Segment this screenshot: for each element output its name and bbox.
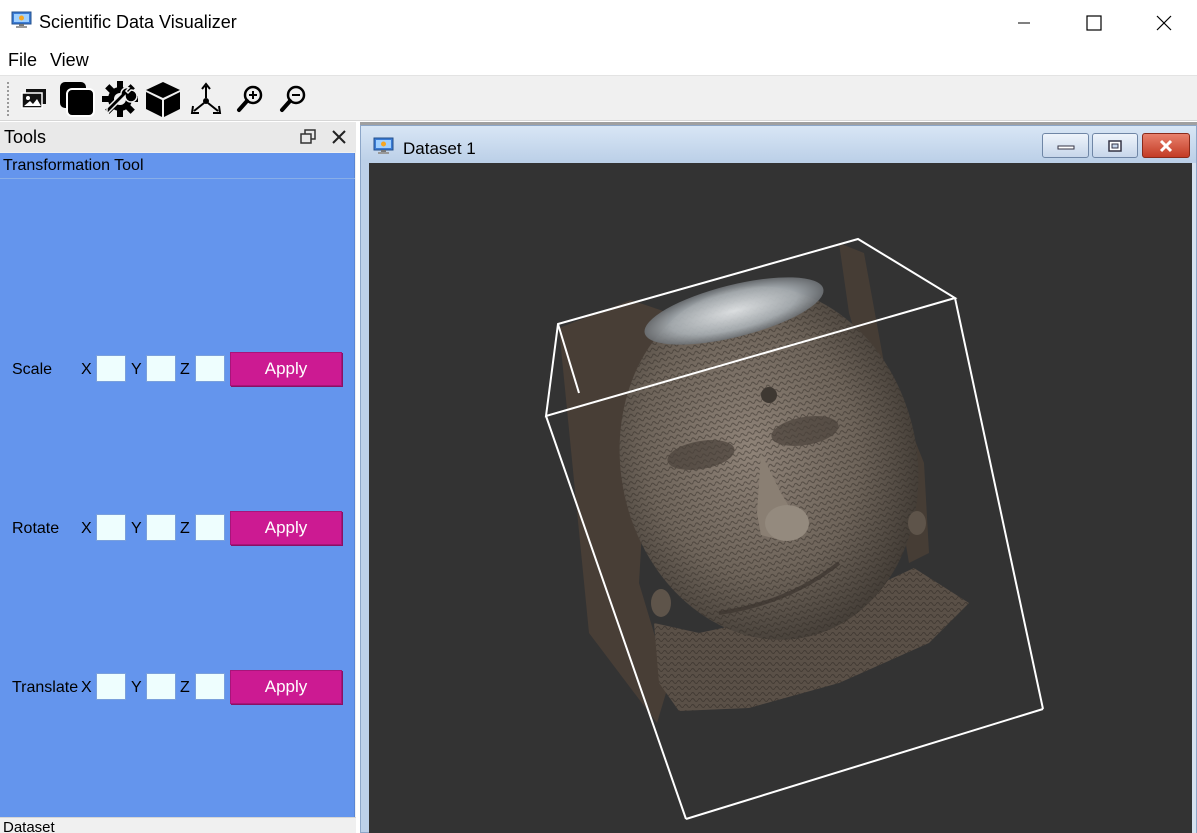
dataset-dock-header[interactable]: Dataset bbox=[0, 817, 356, 833]
scale-x-label: X bbox=[81, 361, 92, 378]
menu-view[interactable]: View bbox=[50, 50, 89, 71]
tools-dock: Tools Transformation Tool Scale X Y Z Ap… bbox=[0, 122, 356, 833]
scale-label: Scale bbox=[12, 361, 53, 378]
subwindow-edge bbox=[1192, 163, 1196, 833]
nose-tip bbox=[765, 505, 809, 541]
translate-label: Translate bbox=[12, 679, 79, 696]
translate-y-label: Y bbox=[131, 679, 142, 696]
rotate-label: Rotate bbox=[12, 520, 60, 537]
close-icon bbox=[1156, 15, 1172, 30]
maximize-icon bbox=[1086, 14, 1102, 31]
zoom-out-button[interactable] bbox=[278, 79, 308, 119]
dataset-subwindow-titlebar[interactable]: Dataset 1 bbox=[361, 126, 1196, 161]
toolbar-grip[interactable] bbox=[7, 82, 11, 116]
rotate-x-input[interactable] bbox=[96, 514, 126, 541]
minimize-button[interactable] bbox=[989, 0, 1059, 45]
zoom-in-button[interactable] bbox=[235, 79, 265, 119]
restore-icon bbox=[1108, 139, 1122, 152]
mdi-area: Dataset 1 bbox=[360, 122, 1197, 833]
zoom-out-icon bbox=[280, 85, 306, 112]
close-dock-icon[interactable] bbox=[330, 128, 348, 146]
right-fiducial bbox=[908, 511, 926, 535]
translate-x-input[interactable] bbox=[96, 673, 126, 700]
menu-file[interactable]: File bbox=[8, 50, 37, 71]
settings-wrench-button[interactable] bbox=[100, 79, 140, 119]
rotate-z-label: Z bbox=[180, 520, 190, 537]
rotate-y-input[interactable] bbox=[146, 514, 176, 541]
copy-windows-button[interactable] bbox=[57, 79, 97, 119]
zoom-in-icon bbox=[237, 85, 263, 112]
rotate-y-label: Y bbox=[131, 520, 142, 537]
minimize-icon bbox=[1057, 145, 1074, 149]
scale-z-label: Z bbox=[180, 361, 190, 378]
open-image-button[interactable] bbox=[19, 79, 49, 119]
translate-x-label: X bbox=[81, 679, 92, 696]
axes-transform-button[interactable] bbox=[188, 79, 224, 119]
settings-wrench-icon bbox=[102, 81, 138, 117]
transformation-tool-panel: Transformation Tool Scale X Y Z Apply Ro… bbox=[0, 153, 355, 817]
float-dock-icon[interactable] bbox=[300, 129, 316, 145]
copy-windows-icon bbox=[60, 82, 95, 117]
rotate-apply-button[interactable]: Apply bbox=[230, 511, 342, 545]
tools-dock-title: Tools bbox=[4, 127, 47, 147]
close-icon bbox=[1159, 139, 1173, 152]
scale-z-input[interactable] bbox=[195, 355, 225, 382]
transformation-tool-heading: Transformation Tool bbox=[3, 157, 144, 174]
volume-render-canvas bbox=[544, 237, 1044, 820]
window-title: Scientific Data Visualizer bbox=[39, 12, 237, 32]
maximize-button[interactable] bbox=[1059, 0, 1129, 45]
minimize-icon bbox=[1018, 22, 1030, 23]
dataset-subwindow-title: Dataset 1 bbox=[403, 139, 476, 158]
toolbar bbox=[0, 75, 1197, 121]
rotate-z-input[interactable] bbox=[195, 514, 225, 541]
monitor-app-icon bbox=[373, 137, 394, 154]
monitor-app-icon bbox=[11, 11, 32, 28]
scale-y-input[interactable] bbox=[146, 355, 176, 382]
divider bbox=[0, 178, 355, 179]
cube-button[interactable] bbox=[143, 79, 183, 119]
translate-z-input[interactable] bbox=[195, 673, 225, 700]
close-button[interactable] bbox=[1129, 0, 1197, 45]
title-bar: Scientific Data Visualizer bbox=[0, 0, 1197, 45]
open-image-icon bbox=[21, 89, 46, 109]
subwindow-minimize-button[interactable] bbox=[1042, 133, 1089, 158]
volume-render-viewport[interactable] bbox=[369, 163, 1192, 833]
scale-apply-button[interactable]: Apply bbox=[230, 352, 342, 386]
left-fiducial bbox=[651, 589, 671, 617]
scale-x-input[interactable] bbox=[96, 355, 126, 382]
scale-y-label: Y bbox=[131, 361, 142, 378]
axes-transform-icon bbox=[190, 82, 222, 114]
subwindow-close-button[interactable] bbox=[1142, 133, 1190, 158]
translate-y-input[interactable] bbox=[146, 673, 176, 700]
translate-apply-button[interactable]: Apply bbox=[230, 670, 342, 704]
cube-icon bbox=[146, 82, 180, 117]
dataset-subwindow: Dataset 1 bbox=[360, 125, 1197, 833]
rotate-x-label: X bbox=[81, 520, 92, 537]
subwindow-restore-button[interactable] bbox=[1092, 133, 1138, 158]
dataset-dock-title: Dataset bbox=[3, 819, 55, 833]
menu-bar: File View bbox=[0, 45, 1197, 75]
translate-z-label: Z bbox=[180, 679, 190, 696]
forehead-marker bbox=[761, 387, 777, 403]
tools-dock-header[interactable]: Tools bbox=[0, 122, 356, 152]
